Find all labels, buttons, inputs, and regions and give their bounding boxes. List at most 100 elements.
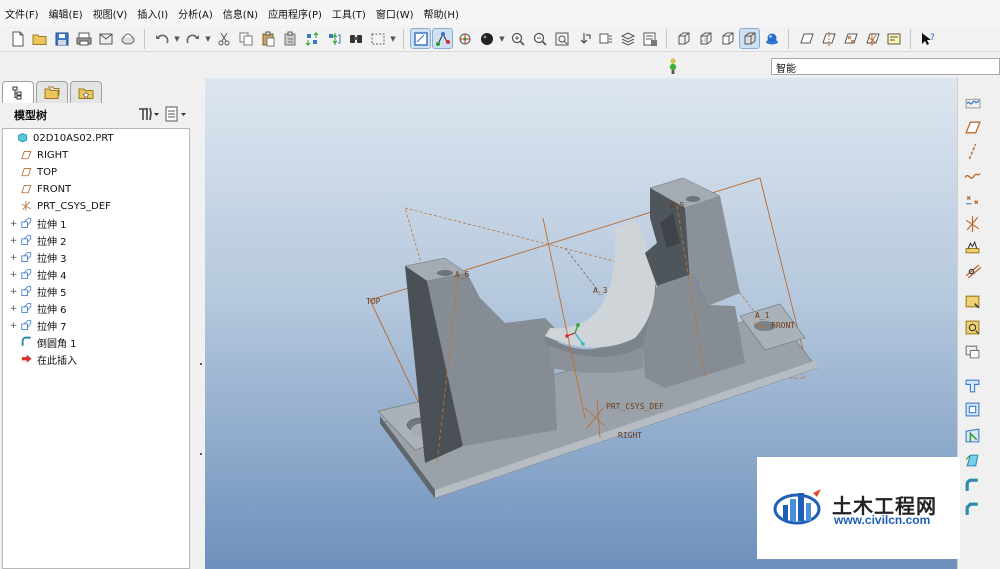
datum-display-button[interactable] — [432, 28, 453, 49]
sketched-datum-button[interactable] — [961, 260, 983, 282]
menu-item-3[interactable]: 插入(I) — [132, 6, 173, 21]
menu-item-9[interactable]: 帮助(H) — [419, 6, 464, 21]
menu-item-7[interactable]: 工具(T) — [327, 6, 371, 21]
print-button[interactable] — [74, 29, 93, 48]
zoom-in-button[interactable] — [508, 29, 527, 48]
menu-item-8[interactable]: 窗口(W) — [371, 6, 419, 21]
save-button[interactable] — [52, 29, 71, 48]
datum-plane-tool-button[interactable] — [961, 116, 983, 138]
context-help-button[interactable]: ? — [918, 29, 937, 48]
csys-tool-button[interactable] — [961, 212, 983, 234]
tab-model-tree[interactable] — [2, 81, 34, 103]
view-manager-button[interactable] — [640, 29, 659, 48]
expand-icon[interactable]: + — [9, 219, 18, 229]
tree-item[interactable]: + 拉伸 5 — [9, 283, 67, 300]
axis-label-a3[interactable]: A_3 — [593, 286, 607, 295]
menu-item-6[interactable]: 应用程序(P) — [263, 6, 327, 21]
expand-icon[interactable]: + — [9, 253, 18, 263]
selection-filter-select[interactable]: 智能 — [771, 58, 1000, 75]
hidden-line-button[interactable] — [696, 29, 715, 48]
tree-item[interactable]: FRONT — [9, 181, 71, 198]
expand-icon[interactable]: + — [9, 236, 18, 246]
chamfer-button[interactable] — [961, 498, 983, 520]
wireframe-button[interactable] — [674, 29, 693, 48]
tree-item[interactable]: 在此插入 — [9, 351, 77, 368]
cut-button[interactable] — [214, 29, 233, 48]
open-button[interactable] — [30, 29, 49, 48]
regenerate-button[interactable] — [302, 29, 321, 48]
datum-axis-tool-button[interactable] — [961, 140, 983, 162]
no-hidden-button[interactable] — [718, 29, 737, 48]
undo-button[interactable] — [152, 29, 171, 48]
datum-label-front[interactable]: FRONT — [771, 321, 795, 330]
tree-item[interactable]: 02D10AS02.PRT — [5, 130, 114, 147]
datum-label-csys[interactable]: PRT_CSYS_DEF — [606, 402, 664, 411]
select-box-button[interactable] — [368, 29, 387, 48]
hole-button[interactable] — [961, 374, 983, 396]
menu-item-5[interactable]: 信息(N) — [218, 6, 263, 21]
datum-curve-tool-button[interactable] — [961, 164, 983, 186]
spin-center-button[interactable] — [455, 29, 474, 48]
datum-label-right[interactable]: RIGHT — [618, 431, 642, 440]
tree-item[interactable]: PRT_CSYS_DEF — [9, 198, 111, 215]
tab-favorites[interactable] — [70, 81, 102, 103]
datum-label-top[interactable]: TOP — [366, 297, 380, 306]
axis-label-a5[interactable]: A_5 — [670, 201, 684, 210]
annotations-button[interactable] — [884, 29, 903, 48]
show-menu-icon[interactable] — [164, 106, 188, 122]
sketch-button[interactable] — [961, 290, 983, 312]
tree-item[interactable]: + 拉伸 3 — [9, 249, 67, 266]
paste-special-button[interactable] — [280, 29, 299, 48]
expand-icon[interactable]: + — [9, 287, 18, 297]
tree-item[interactable]: + 拉伸 2 — [9, 232, 67, 249]
coordinate-systems-button[interactable] — [862, 29, 881, 48]
tree-item[interactable]: 倒圆角 1 — [9, 334, 77, 351]
datum-points-button[interactable] — [840, 29, 859, 48]
sketch-tool-button[interactable] — [961, 90, 983, 112]
find-button[interactable] — [346, 29, 365, 48]
settings-icon[interactable] — [137, 106, 159, 122]
appearance-button[interactable] — [477, 29, 496, 48]
send-button[interactable] — [96, 29, 115, 48]
axis-label-a6[interactable]: A_6 — [455, 270, 469, 279]
dropdown-arrow-icon[interactable]: ▼ — [205, 35, 211, 43]
reorient-button[interactable] — [574, 29, 593, 48]
regen-manager-button[interactable] — [324, 29, 343, 48]
expand-icon[interactable]: + — [9, 270, 18, 280]
tree-item[interactable]: + 拉伸 4 — [9, 266, 67, 283]
dropdown-arrow-icon[interactable]: ▼ — [390, 35, 396, 43]
layers-button[interactable] — [618, 29, 637, 48]
datum-axes-button[interactable] — [818, 29, 837, 48]
menu-item-0[interactable]: 文件(F) — [0, 6, 44, 21]
tree-item[interactable]: RIGHT — [9, 147, 68, 164]
panel-splitter[interactable] — [197, 288, 202, 488]
axis-label-a1[interactable]: A_1 — [755, 311, 769, 320]
shading-button[interactable] — [118, 29, 137, 48]
tab-folder-browser[interactable] — [36, 81, 68, 103]
menu-item-1[interactable]: 编辑(E) — [44, 6, 88, 21]
enhanced-realism-button[interactable] — [762, 29, 781, 48]
expand-icon[interactable]: + — [9, 304, 18, 314]
new-button[interactable] — [8, 29, 27, 48]
paste-button[interactable] — [258, 29, 277, 48]
copy-button[interactable] — [236, 29, 255, 48]
shading-mode-button[interactable] — [739, 28, 760, 49]
tree-item[interactable]: + 拉伸 7 — [9, 317, 67, 334]
redo-button[interactable] — [183, 29, 202, 48]
tree-item[interactable]: + 拉伸 6 — [9, 300, 67, 317]
view-display-button[interactable] — [410, 28, 431, 49]
tree-item[interactable]: TOP — [9, 164, 57, 181]
zoom-out-button[interactable] — [530, 29, 549, 48]
refit-button[interactable] — [552, 29, 571, 48]
sketch-palette-button[interactable] — [961, 316, 983, 338]
edit-sketch-button[interactable] — [961, 340, 983, 362]
rib-button[interactable] — [961, 424, 983, 446]
menu-item-4[interactable]: 分析(A) — [173, 6, 218, 21]
saved-views-button[interactable] — [596, 29, 615, 48]
round-tool-button[interactable] — [961, 474, 983, 496]
dropdown-arrow-icon[interactable]: ▼ — [174, 35, 180, 43]
shell-button[interactable] — [961, 398, 983, 420]
datum-planes-button[interactable] — [796, 29, 815, 48]
analysis-feature-button[interactable] — [961, 236, 983, 258]
menu-item-2[interactable]: 视图(V) — [88, 6, 133, 21]
